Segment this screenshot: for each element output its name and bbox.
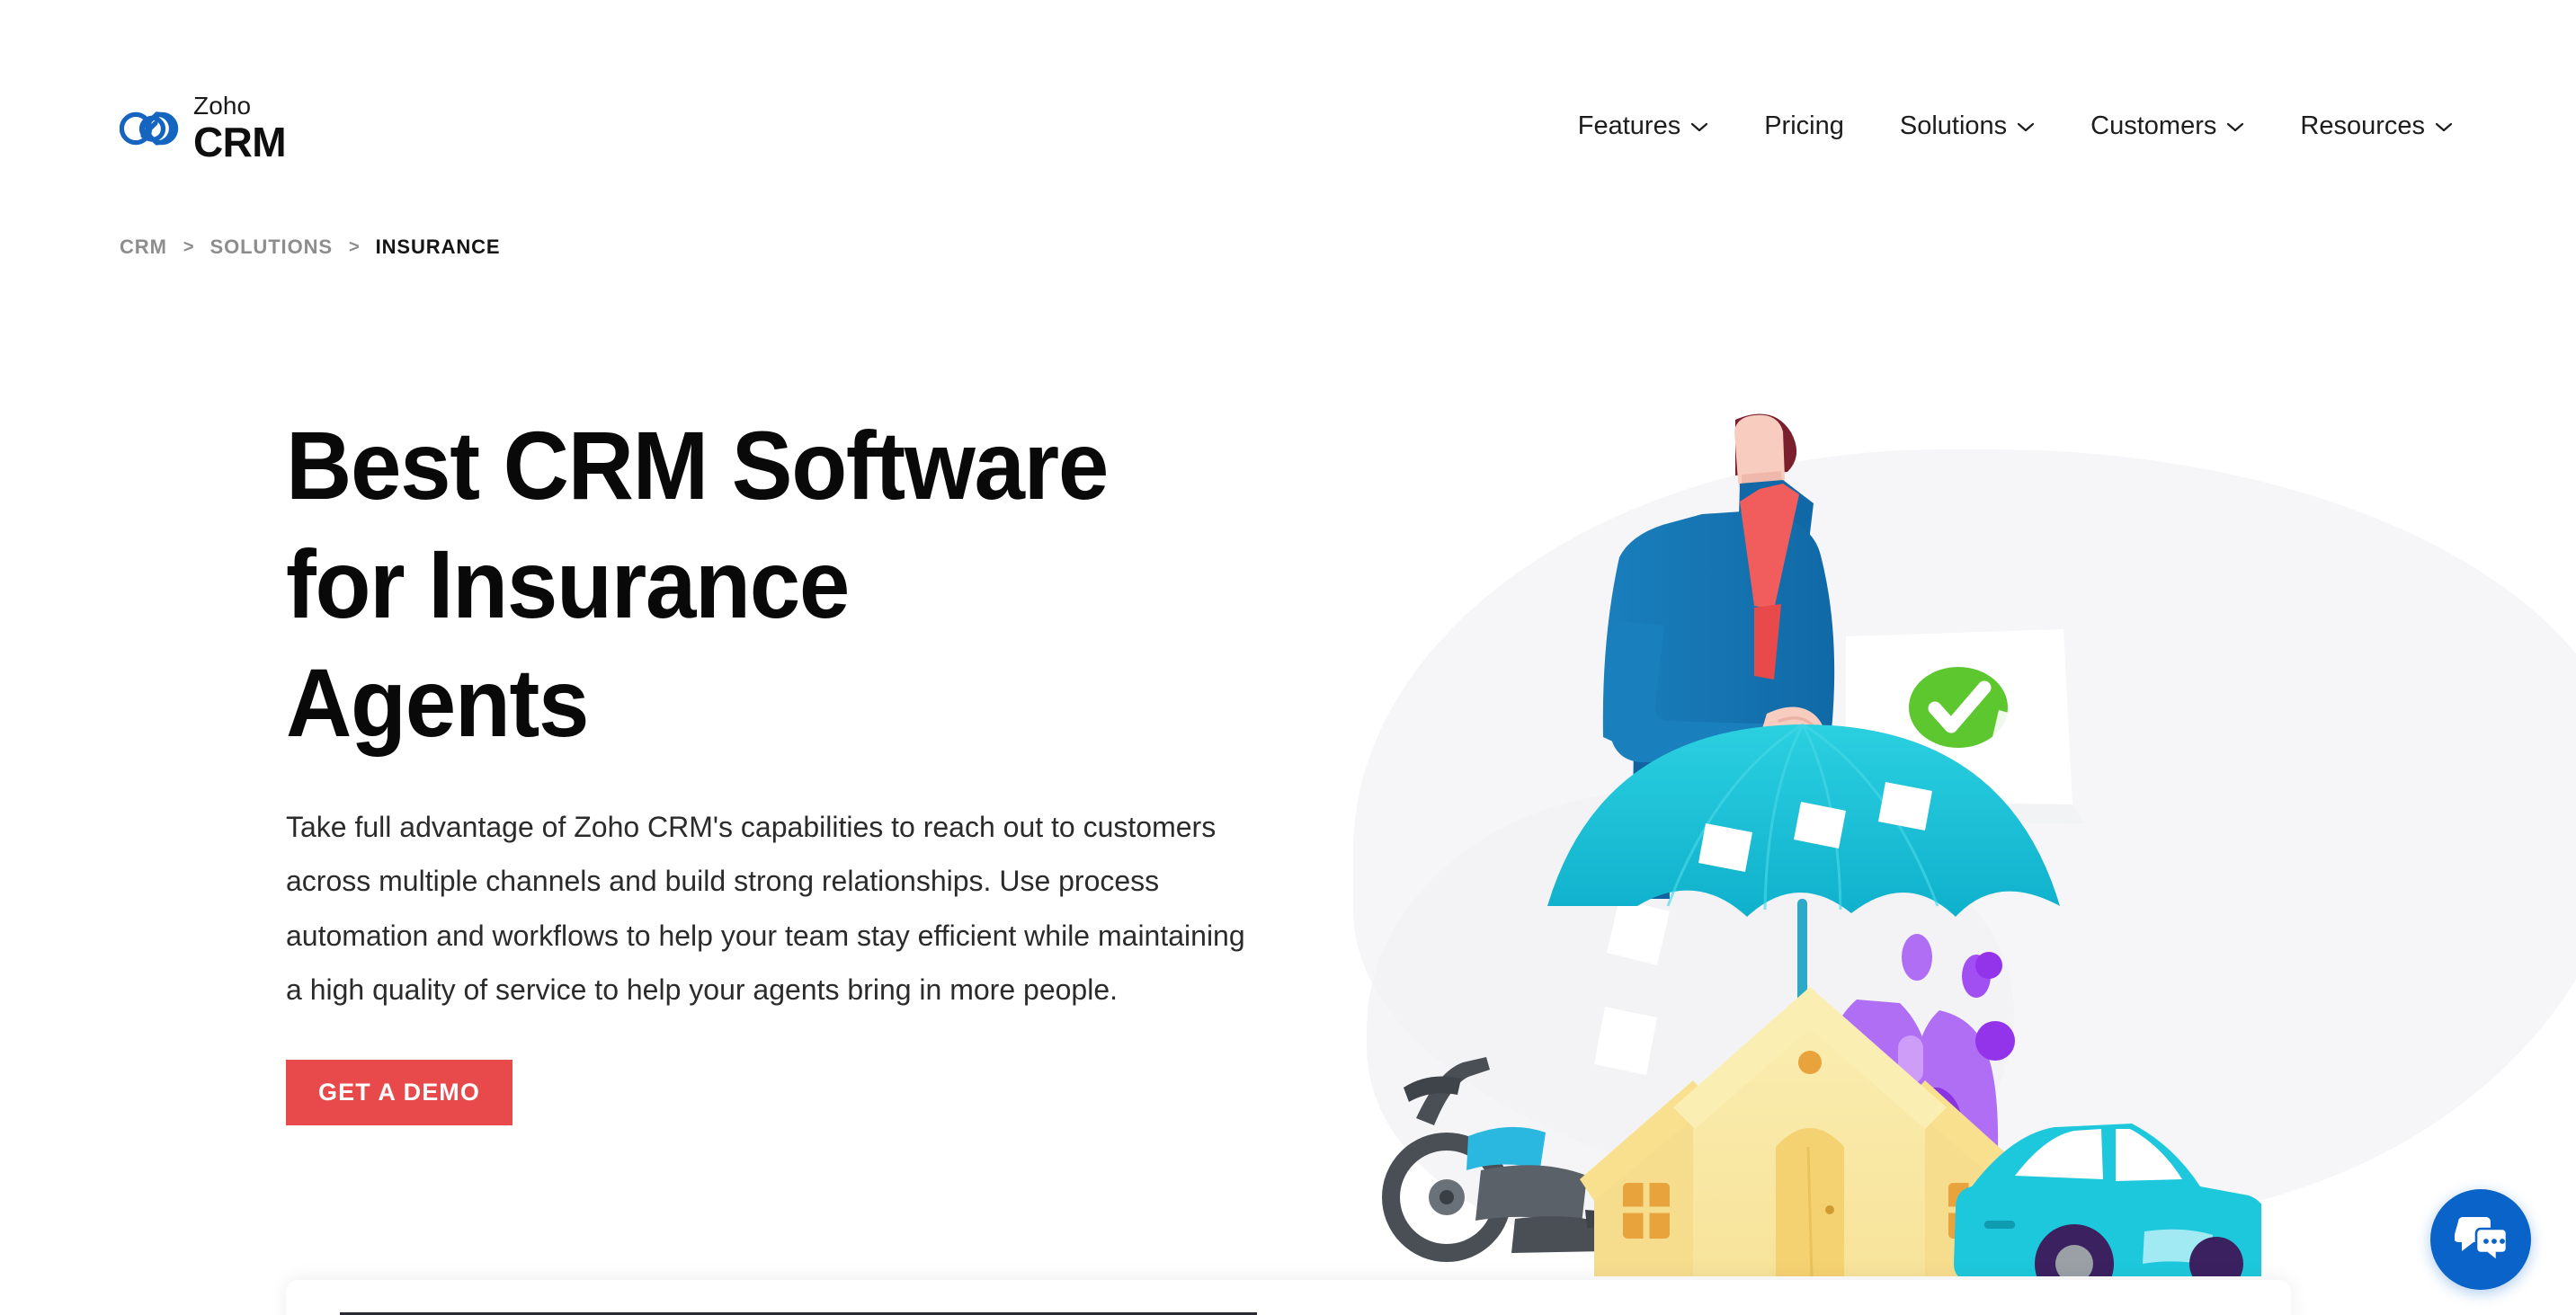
- zoho-infinity-icon: [120, 111, 179, 146]
- primary-navigation: Features Pricing Solutions Customers Res…: [1550, 106, 2481, 147]
- chevron-down-icon: [2435, 122, 2453, 131]
- site-header: Zoho CRM Features Pricing Solutions Cust…: [0, 0, 2576, 189]
- breadcrumb-item-insurance: INSURANCE: [375, 235, 501, 258]
- nav-label: Pricing: [1764, 111, 1844, 140]
- content-card-below-hero: [286, 1280, 2291, 1315]
- breadcrumb-item-crm[interactable]: CRM: [120, 235, 167, 259]
- chevron-down-icon: [2227, 122, 2244, 131]
- chevron-down-icon: [2018, 122, 2035, 131]
- logo-wordmark: Zoho CRM: [193, 92, 287, 165]
- page-title: Best CRM Software for Insurance Agents: [286, 411, 1109, 757]
- chat-bubbles-icon: [2455, 1217, 2507, 1263]
- breadcrumb-item-solutions[interactable]: SOLUTIONS: [210, 235, 333, 259]
- chevron-down-icon: [1691, 122, 1708, 131]
- get-a-demo-button[interactable]: GET A DEMO: [286, 1059, 513, 1125]
- hero-content: Best CRM Software for Insurance Agents T…: [286, 406, 1293, 1125]
- page-root: Zoho CRM Features Pricing Solutions Cust…: [0, 0, 2576, 1315]
- nav-label: Solutions: [1899, 111, 2008, 140]
- breadcrumb-separator: >: [183, 237, 194, 257]
- nav-label: Features: [1577, 111, 1681, 140]
- logo-crm-text: CRM: [193, 119, 287, 165]
- cyan-car: [1954, 1124, 2261, 1276]
- breadcrumb-separator: >: [348, 237, 360, 257]
- nav-item-solutions[interactable]: Solutions: [1872, 106, 2063, 147]
- chat-widget-button[interactable]: [2430, 1189, 2531, 1290]
- logo-zoho-text: Zoho: [193, 92, 252, 120]
- breadcrumb: CRM > SOLUTIONS > INSURANCE: [120, 235, 501, 259]
- zoho-crm-logo[interactable]: Zoho CRM: [120, 92, 287, 165]
- nav-item-resources[interactable]: Resources: [2272, 106, 2481, 147]
- illustration-svg: [1382, 413, 2261, 1276]
- insurance-hero-illustration: [1353, 395, 2261, 1276]
- hero-description: Take full advantage of Zoho CRM's capabi…: [286, 811, 1245, 1006]
- nav-label: Customers: [2090, 111, 2217, 140]
- nav-item-customers[interactable]: Customers: [2063, 106, 2272, 147]
- nav-label: Resources: [2300, 111, 2425, 140]
- nav-item-pricing[interactable]: Pricing: [1736, 106, 1872, 147]
- nav-item-features[interactable]: Features: [1550, 106, 1736, 147]
